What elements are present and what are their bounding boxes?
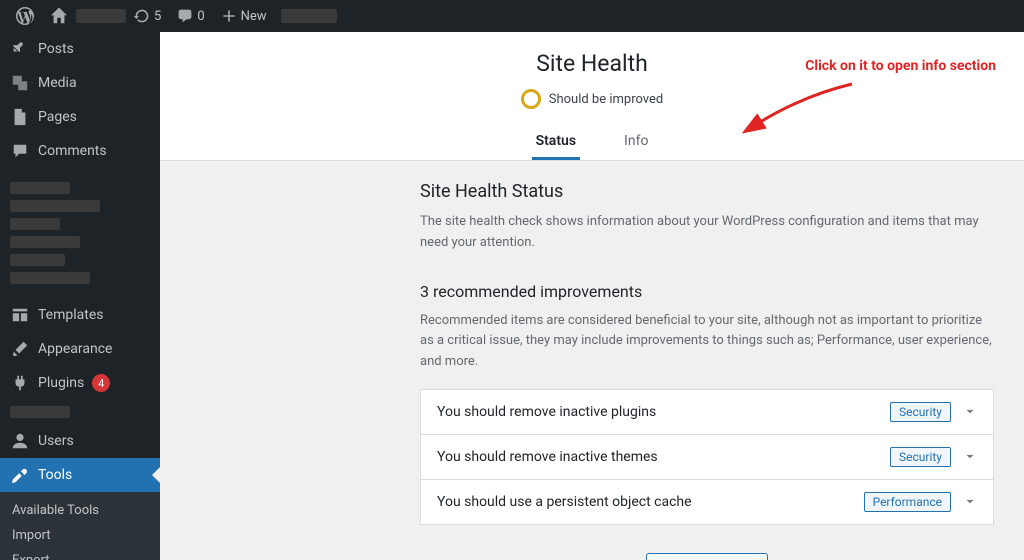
status-desc: The site health check shows information … xyxy=(420,212,994,254)
improvement-label: You should use a persistent object cache xyxy=(437,494,692,510)
category-badge: Security xyxy=(890,402,951,422)
chevron-down-icon xyxy=(963,405,977,419)
tabs-nav: Status Info xyxy=(160,125,1024,160)
status-ring-icon xyxy=(521,89,541,109)
wp-logo[interactable] xyxy=(8,0,42,32)
redacted-site-name xyxy=(76,9,126,23)
brush-icon xyxy=(10,339,30,359)
sidebar-item-tools[interactable]: Tools xyxy=(0,458,160,492)
improvement-label: You should remove inactive plugins xyxy=(437,404,656,420)
sub-item-export[interactable]: Export xyxy=(0,548,160,560)
sidebar-item-comments[interactable]: Comments xyxy=(0,134,160,168)
passed-tests-button[interactable]: Passed tests xyxy=(646,553,768,560)
plug-icon xyxy=(10,373,30,393)
tools-submenu: Available Tools Import Export Site Healt… xyxy=(0,492,160,560)
status-heading: Site Health Status xyxy=(420,181,994,202)
new-label: New xyxy=(241,9,267,24)
sidebar-item-posts[interactable]: Posts xyxy=(0,32,160,66)
status-text: Should be improved xyxy=(549,92,664,107)
sidebar-item-pages[interactable]: Pages xyxy=(0,100,160,134)
content-block: Site Health Status The site health check… xyxy=(160,161,1024,560)
sidebar-item-templates[interactable]: Templates xyxy=(0,298,160,332)
sub-item-available-tools[interactable]: Available Tools xyxy=(0,498,160,523)
sidebar-item-label: Templates xyxy=(38,307,104,323)
chevron-down-icon xyxy=(963,495,977,509)
admin-bar: 5 0 New xyxy=(0,0,1024,32)
improvements-desc: Recommended items are considered benefic… xyxy=(420,311,994,373)
tab-status[interactable]: Status xyxy=(532,125,580,160)
improvement-label: You should remove inactive themes xyxy=(437,449,658,465)
improvement-row[interactable]: You should remove inactive themes Securi… xyxy=(420,434,994,479)
redacted-item xyxy=(281,9,337,23)
sidebar-item-users[interactable]: Users xyxy=(0,424,160,458)
new-button[interactable]: New xyxy=(213,0,275,32)
sidebar-item-plugins[interactable]: Plugins 4 xyxy=(0,366,160,400)
main-content: Site Health Should be improved Status In… xyxy=(160,32,1024,560)
comments-icon[interactable]: 0 xyxy=(169,0,212,32)
improvement-row[interactable]: You should use a persistent object cache… xyxy=(420,479,994,525)
sidebar-item-label: Appearance xyxy=(38,341,112,357)
sidebar-item-appearance[interactable]: Appearance xyxy=(0,332,160,366)
category-badge: Security xyxy=(890,447,951,467)
home-icon[interactable] xyxy=(42,0,76,32)
sidebar-item-label: Media xyxy=(38,75,77,91)
improvements-heading: 3 recommended improvements xyxy=(420,282,994,301)
sidebar-item-label: Plugins xyxy=(38,375,84,391)
page-icon xyxy=(10,107,30,127)
sidebar-item-media[interactable]: Media xyxy=(0,66,160,100)
sidebar-item-label: Comments xyxy=(38,143,107,159)
improvement-row[interactable]: You should remove inactive plugins Secur… xyxy=(420,389,994,434)
pin-icon xyxy=(10,39,30,59)
status-line: Should be improved xyxy=(160,89,1024,109)
sidebar-item-label: Posts xyxy=(38,41,74,57)
plugins-badge: 4 xyxy=(92,374,110,392)
annotation-text: Click on it to open info section xyxy=(805,58,996,74)
comment-icon xyxy=(10,141,30,161)
sidebar-item-label: Pages xyxy=(38,109,77,125)
redacted-item xyxy=(10,406,70,418)
updates-count: 5 xyxy=(154,9,161,24)
tab-info[interactable]: Info xyxy=(620,125,652,160)
page-header: Site Health Should be improved Status In… xyxy=(160,32,1024,161)
media-icon xyxy=(10,73,30,93)
improvements-list: You should remove inactive plugins Secur… xyxy=(420,389,994,525)
wrench-icon xyxy=(10,465,30,485)
sidebar-item-label: Users xyxy=(38,433,74,449)
templates-icon xyxy=(10,305,30,325)
chevron-down-icon xyxy=(963,450,977,464)
sidebar-item-label: Tools xyxy=(38,467,72,483)
user-icon xyxy=(10,431,30,451)
updates-icon[interactable]: 5 xyxy=(126,0,169,32)
comments-count: 0 xyxy=(197,9,204,24)
admin-sidebar: Posts Media Pages Comments Templates App… xyxy=(0,32,160,560)
category-badge: Performance xyxy=(864,492,951,512)
redacted-block xyxy=(0,168,160,298)
sub-item-import[interactable]: Import xyxy=(0,523,160,548)
